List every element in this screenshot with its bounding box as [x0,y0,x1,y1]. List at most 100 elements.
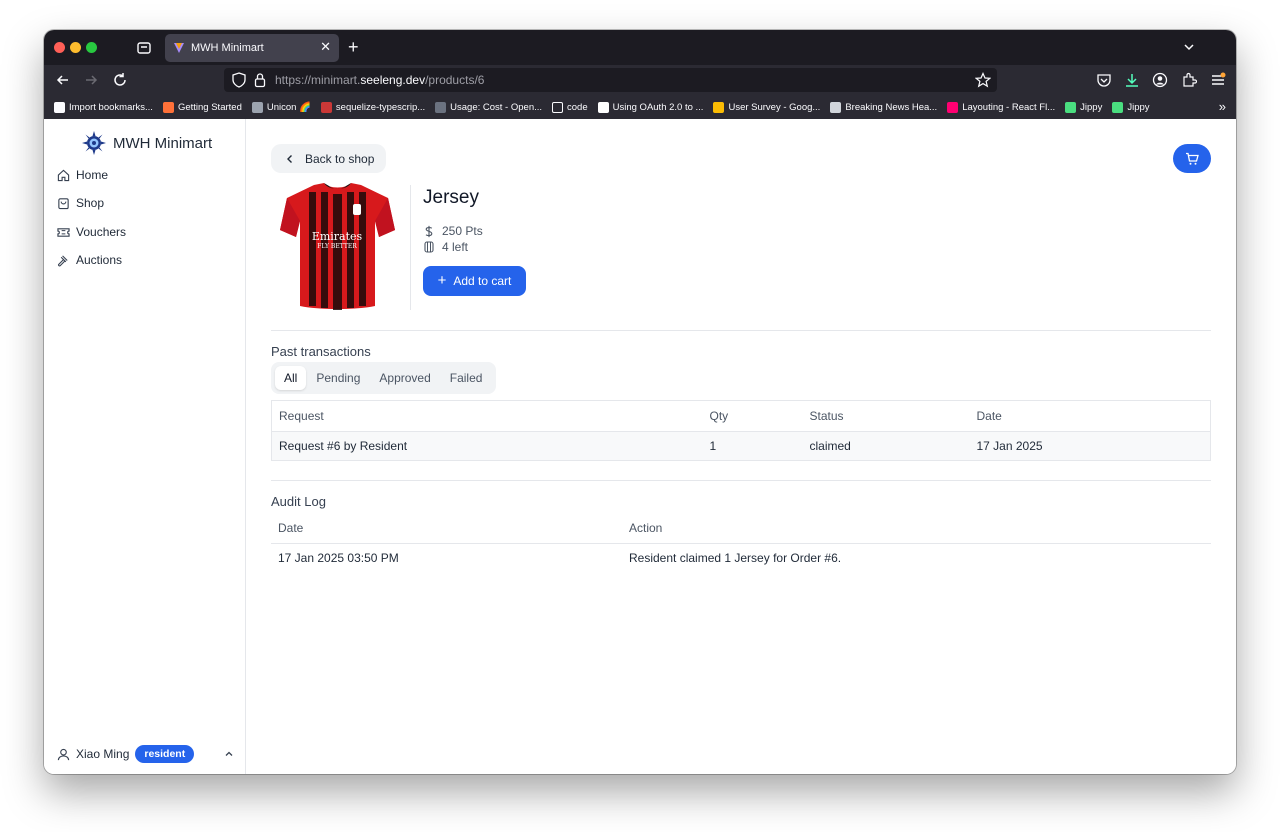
table-row[interactable]: Request #6 by Resident 1 claimed 17 Jan … [271,431,1211,461]
bookmark-item[interactable]: Unicon 🌈 [251,101,311,113]
table-header-row: Date Action [271,514,1211,544]
sidebar-item-label: Shop [76,196,105,210]
cart-icon [1186,152,1199,165]
bookmark-label: Jippy [1127,101,1150,113]
google-icon [597,101,609,113]
extensions-icon[interactable] [1181,72,1197,88]
price-text: 250 Pts [442,224,483,238]
pocket-icon[interactable] [1096,72,1112,88]
bookmark-label: Breaking News Hea... [845,101,938,113]
bookmarks-toolbar: Import bookmarks... Getting Started Unicon… [44,95,1236,119]
column-header-date: Date [271,514,622,544]
brand[interactable]: MWH Minimart [82,131,212,155]
bookmark-star-icon[interactable] [975,72,991,88]
lock-icon[interactable] [254,72,266,88]
sidebar-item-shop[interactable]: Shop [57,196,104,210]
new-tab-icon[interactable]: + [348,37,359,57]
browser-window: MWH Minimart ✕ + https://minimart.seelen… [44,30,1236,774]
close-tab-icon[interactable]: ✕ [320,40,331,54]
jersey-sponsor-text: Emirates [312,230,363,243]
bookmark-label: code [567,101,588,113]
sidebar-item-home[interactable]: Home [57,168,108,182]
unicon-icon [251,101,263,113]
main-panel: Back to shop Emirates FLY BETTER Jersey … [247,119,1236,774]
bookmark-item[interactable]: Getting Started [162,101,242,113]
app-menu-icon[interactable] [1210,72,1226,88]
user-name: Xiao Ming [76,747,130,761]
bookmark-label: Usage: Cost - Open... [450,101,543,113]
bookmark-item[interactable]: Jippy [1065,101,1102,113]
stock-icon [424,241,434,253]
shopping-bag-icon [58,197,69,209]
product-stock: 4 left [424,240,468,254]
list-all-tabs-icon[interactable] [1182,40,1196,54]
audit-log-title: Audit Log [271,494,326,509]
jippy-icon [1112,101,1124,113]
close-window-button[interactable] [54,42,65,53]
add-to-cart-label: Add to cart [453,274,512,288]
bookmark-label: User Survey - Goog... [728,101,821,113]
maximize-window-button[interactable] [86,42,97,53]
chevron-left-icon [287,154,292,163]
qty-cell: 1 [702,431,803,461]
audit-date-cell: 17 Jan 2025 03:50 PM [278,551,399,566]
tab-list-icon[interactable] [136,40,152,56]
cart-button[interactable] [1173,144,1211,173]
openai-icon [435,101,447,113]
tab-failed[interactable]: Failed [441,366,492,390]
bookmark-item[interactable]: Using OAuth 2.0 to ... [597,101,704,113]
sidebar-item-auctions[interactable]: Auctions [57,253,122,267]
bookmark-label: sequelize-typescrip... [335,101,426,113]
bookmark-item[interactable]: Import bookmarks... [54,101,153,113]
bookmark-item[interactable]: Jippy [1112,101,1150,113]
url-text: https://minimart.seeleng.dev/products/6 [275,73,484,87]
downloads-icon[interactable] [1124,72,1140,88]
minimize-window-button[interactable] [70,42,81,53]
divider [271,330,1211,331]
npm-icon [320,101,332,113]
audit-action-cell: Resident claimed 1 Jersey for Order #6. [629,551,842,566]
reload-icon[interactable] [112,72,128,88]
forward-arrow-icon[interactable] [83,72,99,88]
bookmark-label: Using OAuth 2.0 to ... [612,101,704,113]
minimart-favicon-icon [174,43,184,53]
sidebar-item-vouchers[interactable]: Vouchers [57,225,126,239]
bookmark-item[interactable]: Breaking News Hea... [830,101,938,113]
tab-pending[interactable]: Pending [307,366,369,390]
request-cell: Request #6 by Resident [271,431,703,461]
product-title: Jersey [423,187,479,208]
bookmark-label: Unicon 🌈 [266,101,311,113]
drive-icon [713,101,725,113]
bookmark-label: Getting Started [177,101,242,113]
dollar-icon [425,225,433,237]
tracking-protection-icon[interactable] [232,72,246,88]
account-icon[interactable] [1152,72,1168,88]
jersey-slogan-text: FLY BETTER [317,243,357,250]
back-to-shop-button[interactable]: Back to shop [271,144,387,173]
user-icon [57,748,70,760]
user-menu[interactable]: Xiao Ming resident [57,745,235,763]
bookmark-item[interactable]: User Survey - Goog... [713,101,821,113]
url-domain: seeleng.dev [360,73,426,87]
browser-tab[interactable]: MWH Minimart ✕ [165,34,339,62]
add-to-cart-button[interactable]: + Add to cart [423,266,526,296]
bookmark-item[interactable]: Usage: Cost - Open... [435,101,543,113]
role-badge: resident [135,745,195,763]
bookmark-label: Import bookmarks... [69,101,153,113]
tab-approved[interactable]: Approved [370,366,439,390]
chevron-up-icon[interactable] [223,748,235,760]
folder-icon [552,101,564,113]
bookmark-item[interactable]: Layouting - React Fl... [947,101,1055,113]
ticket-icon [57,227,70,237]
plus-icon: + [437,272,447,289]
tab-all[interactable]: All [275,366,307,390]
transactions-title: Past transactions [271,344,371,359]
minimart-logo-icon [82,131,106,155]
bookmark-item[interactable]: sequelize-typescrip... [320,101,426,113]
back-arrow-icon[interactable] [55,72,71,88]
address-bar[interactable]: https://minimart.seeleng.dev/products/6 [224,68,997,92]
more-bookmarks-icon[interactable]: » [1219,99,1226,114]
sidebar-item-label: Auctions [76,253,123,267]
firefox-icon [162,101,174,113]
bookmark-item[interactable]: code [552,101,588,113]
